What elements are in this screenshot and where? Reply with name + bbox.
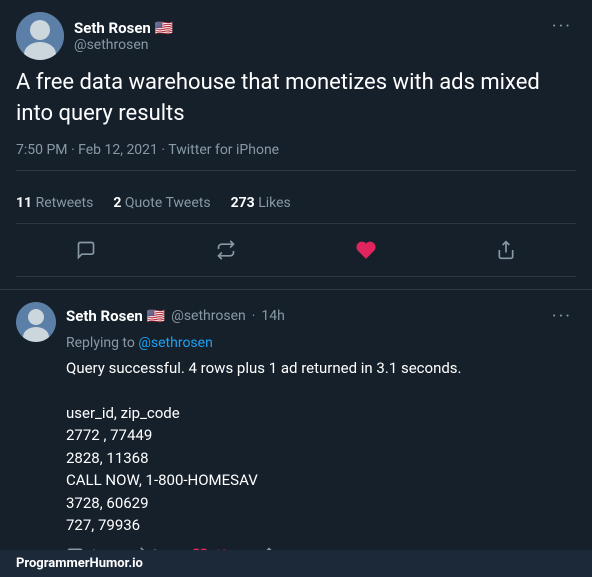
retweet-button[interactable] [208, 232, 244, 268]
user-info: Seth Rosen 🇺🇸 @sethrosen [74, 19, 173, 53]
reply-button[interactable] [68, 232, 104, 268]
retweet-icon [216, 240, 236, 260]
quote-tweets-count: 2 [113, 195, 121, 211]
reply-header-left: Seth Rosen 🇺🇸 @sethrosen · 14h [66, 307, 285, 325]
reply-avatar [16, 302, 56, 342]
likes-stat[interactable]: 273 Likes [231, 195, 291, 211]
likes-count: 273 [231, 195, 255, 211]
more-options-button[interactable]: ··· [548, 12, 576, 41]
user-handle: @sethrosen [74, 37, 173, 53]
share-button[interactable] [488, 232, 524, 268]
tweet-stats: 11 Retweets 2 Quote Tweets 273 Likes [16, 183, 576, 224]
reply-header: Seth Rosen 🇺🇸 @sethrosen · 14h ··· [66, 302, 576, 331]
reply-time-ago: 14h [261, 308, 284, 324]
reply-more-options-button[interactable]: ··· [548, 302, 576, 331]
likes-label: Likes [258, 195, 291, 211]
retweets-label: Retweets [36, 195, 94, 211]
replying-to-handle[interactable]: @sethrosen [138, 335, 212, 351]
reply-to: Replying to @sethrosen [66, 335, 576, 351]
tweet-source: Twitter for iPhone [168, 142, 279, 158]
retweets-count: 11 [16, 195, 32, 211]
reply-user-name: Seth Rosen 🇺🇸 [66, 307, 165, 325]
heart-icon [356, 240, 376, 260]
tweet-header: Seth Rosen 🇺🇸 @sethrosen ··· [16, 12, 576, 60]
tweet-actions [16, 224, 576, 277]
main-tweet: Seth Rosen 🇺🇸 @sethrosen ··· A free data… [0, 0, 592, 290]
reply-user-handle: @sethrosen [171, 308, 245, 324]
replying-to-label: Replying to [66, 335, 135, 351]
reply-body: Query successful. 4 rows plus 1 ad retur… [66, 357, 576, 537]
tweet-time: 7:50 PM · Feb 12, 2021 [16, 142, 158, 158]
retweets-stat[interactable]: 11 Retweets [16, 195, 93, 211]
reply-tweet: Seth Rosen 🇺🇸 @sethrosen · 14h ··· Reply… [0, 290, 592, 577]
footer-label: ProgrammerHumor.io [16, 556, 143, 571]
reply-time: · [252, 308, 256, 324]
share-icon [496, 240, 516, 260]
comment-icon [76, 240, 96, 260]
tweet-header-left: Seth Rosen 🇺🇸 @sethrosen [16, 12, 173, 60]
quote-tweets-label: Quote Tweets [125, 195, 211, 211]
footer: ProgrammerHumor.io [0, 550, 592, 577]
quote-tweets-stat[interactable]: 2 Quote Tweets [113, 195, 210, 211]
like-button[interactable] [348, 232, 384, 268]
avatar [16, 12, 64, 60]
tweet-body: A free data warehouse that monetizes wit… [16, 68, 576, 130]
reply-content: Seth Rosen 🇺🇸 @sethrosen · 14h ··· Reply… [66, 302, 576, 565]
user-name: Seth Rosen 🇺🇸 [74, 19, 173, 37]
tweet-meta: 7:50 PM · Feb 12, 2021 · Twitter for iPh… [16, 142, 576, 171]
